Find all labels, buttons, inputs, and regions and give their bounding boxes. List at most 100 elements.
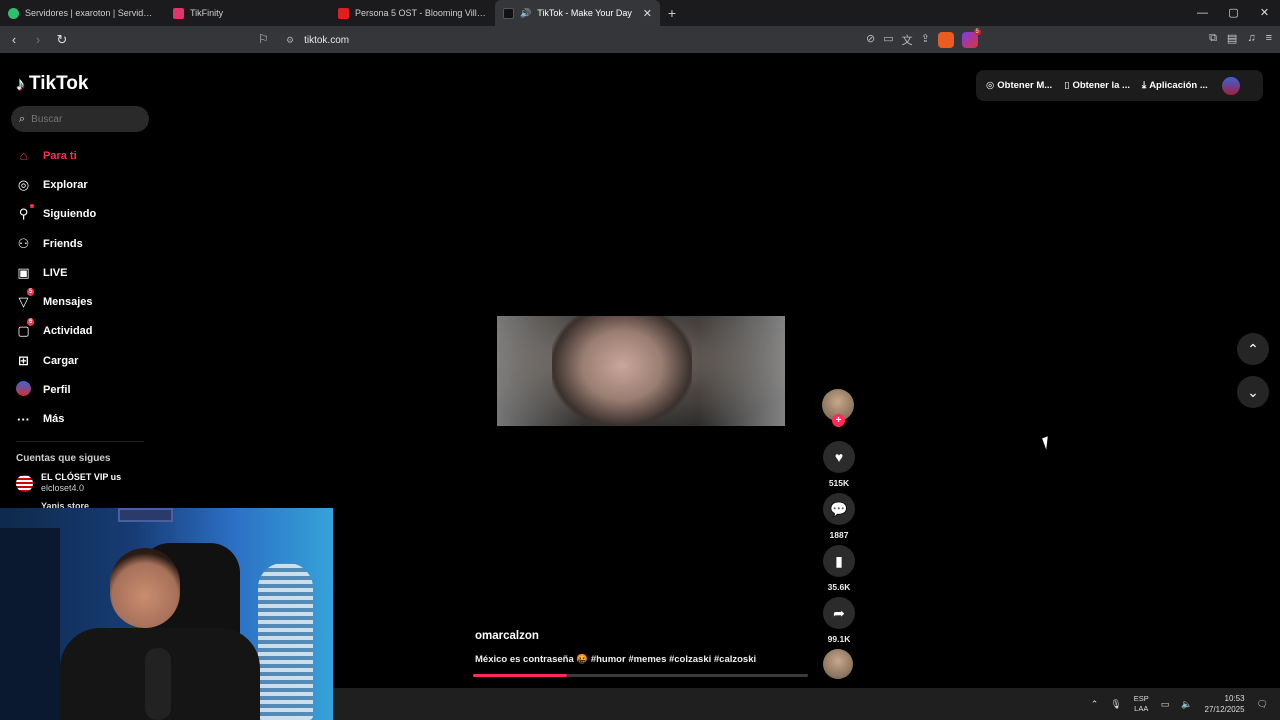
- share-icon[interactable]: ⇪: [921, 32, 930, 48]
- friends-icon: ⚇: [17, 235, 30, 251]
- clock[interactable]: 10:53 27/12/2025: [1205, 693, 1245, 715]
- followed-account[interactable]: EL CLÓSET VIP us elcloset4.0: [16, 472, 121, 494]
- user-avatar[interactable]: [1221, 76, 1240, 95]
- video-progress-bar[interactable]: [473, 674, 808, 677]
- language-indicator[interactable]: ESP LAA: [1134, 694, 1149, 714]
- close-tab-icon[interactable]: ✕: [643, 7, 652, 20]
- cast-icon[interactable]: ▭: [883, 32, 893, 48]
- brave-rewards-icon[interactable]: 5: [961, 29, 981, 48]
- forward-icon[interactable]: ›: [28, 32, 48, 47]
- url-text[interactable]: tiktok.com: [304, 35, 349, 46]
- maximize-button[interactable]: ▢: [1218, 0, 1249, 26]
- messages-icon: ▽: [18, 294, 29, 310]
- sidebar-icon[interactable]: ▤: [1227, 32, 1237, 45]
- tab-label: Servidores | exaroton | Servidores de: [25, 8, 157, 18]
- tab-label: TikFinity: [190, 8, 224, 18]
- microphone-icon[interactable]: 🎙: [1110, 699, 1121, 710]
- browser-tab-active[interactable]: 🔊 TikTok - Make Your Day ✕: [495, 0, 660, 26]
- following-icon: ⚲: [18, 206, 29, 222]
- top-actions-bar: ◎ Obtener M... ▯ Obtener la ... ⤓ Aplicació…: [976, 70, 1263, 101]
- sidebar-item-friends[interactable]: ⚇ Friends: [16, 229, 96, 258]
- sidebar-item-para-ti[interactable]: ⌂ Para ti: [16, 141, 96, 170]
- browser-tab-2[interactable]: TikFinity: [165, 0, 330, 26]
- previous-video-button[interactable]: ⌃: [1237, 333, 1269, 365]
- sidebar-item-label: Cargar: [43, 354, 79, 367]
- following-header: Cuentas que sigues: [16, 453, 111, 464]
- translate-icon[interactable]: 文: [902, 32, 913, 48]
- tiktok-logo[interactable]: ♪ TikTok: [16, 73, 88, 95]
- upload-icon: ⊞: [18, 352, 29, 368]
- site-info-icon[interactable]: ⚙: [286, 35, 294, 46]
- video-player[interactable]: [497, 316, 785, 426]
- minimize-button[interactable]: —: [1187, 0, 1218, 26]
- sidebar-divider: [16, 441, 144, 442]
- music-disc-icon[interactable]: [823, 649, 853, 679]
- webcam-overlay: [0, 508, 333, 720]
- brave-shields-icon[interactable]: [937, 32, 954, 48]
- get-app-button[interactable]: ▯ Obtener la ...: [1064, 80, 1130, 91]
- account-avatar: [16, 474, 33, 492]
- sidebar-item-mas[interactable]: ··· Más: [16, 405, 96, 434]
- comment-action[interactable]: 💬 1887: [823, 493, 855, 540]
- menu-icon[interactable]: ≡: [1266, 32, 1272, 45]
- new-tab-button[interactable]: +: [660, 5, 684, 21]
- activity-badge: 6: [27, 317, 35, 326]
- more-icon: ···: [17, 411, 30, 427]
- extensions-icon[interactable]: ⧉: [1209, 32, 1217, 45]
- close-window-button[interactable]: ✕: [1249, 0, 1280, 26]
- action-rail: + ♥ 515K 💬 1887 ▮ 35.6K ➦ 99.1K: [822, 389, 856, 679]
- sidebar-item-label: Para ti: [43, 149, 77, 162]
- save-action[interactable]: ▮ 35.6K: [823, 545, 855, 592]
- creator-avatar[interactable]: +: [822, 389, 854, 427]
- bookmark-icon[interactable]: ⚐: [258, 32, 269, 46]
- download-app-button[interactable]: ⤓ Aplicación ...: [1142, 80, 1208, 91]
- media-icon[interactable]: ♫: [1247, 32, 1255, 45]
- compass-icon: ◎: [17, 176, 30, 192]
- sidebar-item-cargar[interactable]: ⊞ Cargar: [16, 346, 96, 375]
- live-icon: ▣: [17, 264, 30, 280]
- get-coins-button[interactable]: ◎ Obtener M...: [986, 80, 1052, 91]
- phone-icon: ▯: [1064, 80, 1070, 91]
- address-bar-actions: ⊘ ▭ 文 ⇪ 5: [866, 29, 981, 48]
- sidebar-item-live[interactable]: ▣ LIVE: [16, 258, 96, 287]
- search-box[interactable]: ⌕: [11, 106, 149, 132]
- search-icon[interactable]: ⌕: [19, 113, 25, 126]
- browser-right-icons: ⧉ ▤ ♫ ≡: [1209, 32, 1272, 45]
- search-input[interactable]: [31, 113, 132, 125]
- sidebar-item-label: Actividad: [43, 325, 93, 338]
- window-controls: — ▢ ✕: [1187, 0, 1280, 26]
- share-arrow-icon[interactable]: ➦: [823, 597, 855, 629]
- comment-icon[interactable]: 💬: [823, 493, 855, 525]
- sidebar-item-mensajes[interactable]: ▽ 5 Mensajes: [16, 287, 96, 316]
- sidebar-item-actividad[interactable]: ▢ 6 Actividad: [16, 317, 96, 346]
- browser-tab-3[interactable]: Persona 5 OST - Blooming Villain [Ext: [330, 0, 495, 26]
- sidebar-item-explorar[interactable]: ◎ Explorar: [16, 170, 96, 199]
- webcam-skeleton-decoration: [258, 563, 313, 720]
- video-author[interactable]: omarcalzon: [475, 630, 539, 642]
- heart-icon[interactable]: ♥: [823, 441, 855, 473]
- speaker-icon[interactable]: 🔊: [520, 8, 531, 19]
- video-progress-fill: [473, 674, 567, 677]
- keyboard-layout: LAA: [1134, 704, 1149, 713]
- sidebar-item-siguiendo[interactable]: ⚲ Siguiendo: [16, 200, 96, 229]
- profile-icon: [16, 381, 31, 399]
- follow-plus-icon[interactable]: +: [832, 414, 845, 427]
- browser-tab-1[interactable]: Servidores | exaroton | Servidores de: [0, 0, 165, 26]
- sidebar-item-perfil[interactable]: Perfil: [16, 375, 96, 404]
- bookmark-icon[interactable]: ▮: [823, 545, 855, 577]
- video-caption: México es contraseña 🤬 #humor #memes #co…: [475, 654, 757, 665]
- share-action[interactable]: ➦ 99.1K: [823, 597, 855, 644]
- like-action[interactable]: ♥ 515K: [823, 441, 855, 488]
- browser-toolbar: ‹ › ↻ ⚐ ⚙ tiktok.com ⊘ ▭ 文 ⇪ 5 ⧉ ▤ ♫ ≡: [0, 26, 1280, 53]
- clock-time: 10:53: [1224, 694, 1245, 703]
- back-icon[interactable]: ‹: [4, 32, 24, 47]
- reload-icon[interactable]: ↻: [52, 32, 72, 48]
- next-video-button[interactable]: ⌄: [1237, 376, 1269, 408]
- network-icon[interactable]: ▭: [1161, 699, 1170, 710]
- button-label: Aplicación ...: [1149, 80, 1208, 91]
- show-hidden-icons-icon[interactable]: ⌃: [1091, 699, 1099, 710]
- notifications-icon[interactable]: 🗨: [1257, 699, 1268, 710]
- volume-icon[interactable]: 🔈: [1181, 699, 1192, 710]
- sidebar-item-label: Mensajes: [43, 296, 93, 309]
- reader-mode-icon[interactable]: ⊘: [866, 32, 875, 48]
